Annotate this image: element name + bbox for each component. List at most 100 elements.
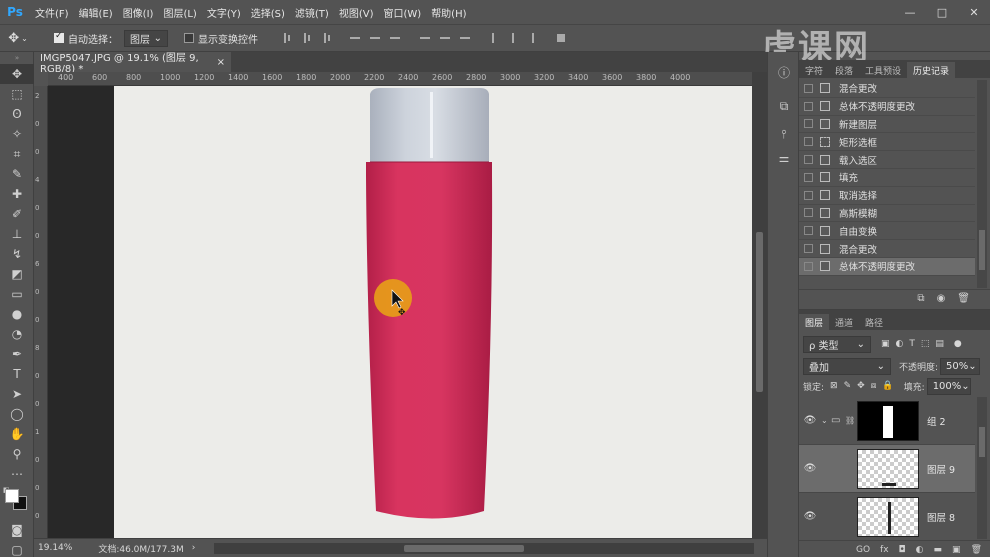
history-item[interactable]: 新建图层 — [799, 116, 975, 134]
layer-row-group-2[interactable]: 👁 ⌄ ▭ ⛓ 组 2 — [799, 397, 975, 445]
history-item[interactable]: 矩形选框 — [799, 133, 975, 152]
layer-mask-thumbnail[interactable] — [857, 400, 919, 441]
canvas-area[interactable]: ✥ — [48, 86, 752, 538]
blur-tool-icon[interactable]: ● — [0, 304, 34, 324]
lock-artboard-icon[interactable]: ⧈ — [871, 381, 877, 391]
zoom-level[interactable]: 19.14% — [38, 543, 72, 553]
layer-thumbnail[interactable] — [857, 448, 919, 489]
tab-paths[interactable]: 路径 — [859, 314, 889, 330]
align-bottom-icon[interactable] — [318, 31, 336, 45]
distribute-bottom-icon[interactable] — [456, 31, 474, 45]
visibility-eye-icon[interactable]: 👁 — [799, 511, 821, 522]
menu-edit[interactable]: 编辑(E) — [74, 5, 118, 20]
healing-brush-tool-icon[interactable]: ✚ — [0, 184, 34, 204]
opacity-field[interactable]: 50% ⌄ — [940, 357, 981, 375]
auto-select-target-dropdown[interactable]: 图层 ⌄ — [124, 29, 168, 47]
lock-image-icon[interactable]: ✎ — [844, 381, 852, 391]
menu-type[interactable]: 文字(Y) — [202, 5, 246, 20]
align-hcenter-icon[interactable] — [366, 31, 384, 45]
hand-tool-icon[interactable]: ✋ — [0, 424, 34, 444]
history-item-selected[interactable]: 总体不透明度更改 — [799, 257, 975, 276]
screen-mode-icon[interactable]: ▢ — [0, 540, 34, 557]
new-layer-icon[interactable]: ▣ — [952, 545, 961, 555]
menu-filter[interactable]: 滤镜(T) — [290, 5, 334, 20]
quick-mask-icon[interactable]: ◙ — [0, 520, 34, 540]
history-brush-tool-icon[interactable]: ↯ — [0, 244, 34, 264]
filter-shape-icon[interactable]: ⬚ — [921, 339, 930, 349]
path-selection-tool-icon[interactable]: ➤ — [0, 384, 34, 404]
filter-smart-icon[interactable]: ▤ — [935, 339, 944, 349]
show-transform-checkbox[interactable] — [184, 33, 194, 43]
delete-layer-icon[interactable]: 🗑 — [971, 545, 982, 555]
history-scrollbar[interactable] — [977, 80, 987, 288]
tab-character[interactable]: 字符 — [799, 62, 829, 78]
horizontal-scroll-thumb[interactable] — [404, 545, 524, 552]
new-document-from-state-icon[interactable]: ⧉ — [917, 293, 924, 304]
eyedropper-tool-icon[interactable]: ✎ — [0, 164, 34, 184]
tab-paragraph[interactable]: 段落 — [829, 62, 859, 78]
status-menu-arrow-icon[interactable]: › — [192, 543, 196, 553]
auto-select-checkbox[interactable] — [54, 31, 64, 43]
new-snapshot-icon[interactable]: ◉ — [937, 293, 946, 304]
properties-panel-icon[interactable]: ⧉ — [768, 94, 800, 118]
move-tool-preset-icon[interactable]: ✥ ⌄ — [0, 31, 36, 46]
delete-state-icon[interactable]: 🗑 — [957, 293, 970, 304]
ellipse-tool-icon[interactable]: ◯ — [0, 404, 34, 424]
adjustments-panel-icon[interactable]: ⫯ — [768, 122, 800, 146]
marquee-tool-icon[interactable]: ⬚ — [0, 84, 34, 104]
filter-adjustment-icon[interactable]: ◐ — [896, 339, 904, 349]
layer-row-layer-8[interactable]: 👁 图层 8 — [799, 493, 975, 539]
close-button[interactable]: ✕ — [958, 6, 990, 19]
foreground-color-swatch[interactable] — [5, 489, 19, 503]
distribute-top-icon[interactable] — [416, 31, 434, 45]
blend-mode-dropdown[interactable]: 叠加 ⌄ — [803, 357, 891, 375]
link-layers-icon[interactable]: GO — [856, 545, 870, 555]
history-item[interactable]: 取消选择 — [799, 187, 975, 205]
menu-file[interactable]: 文件(F) — [30, 5, 74, 20]
document-canvas[interactable]: ✥ — [114, 86, 752, 538]
filter-toggle-icon[interactable]: ● — [954, 339, 962, 349]
add-mask-icon[interactable]: ◘ — [899, 545, 906, 555]
layer-filter-dropdown[interactable]: ρ 类型 ⌄ — [803, 335, 871, 353]
align-right-icon[interactable] — [386, 31, 404, 45]
layers-scrollbar[interactable] — [977, 397, 987, 539]
lock-position-icon[interactable]: ✥ — [857, 381, 865, 391]
pen-tool-icon[interactable]: ✒ — [0, 344, 34, 364]
vertical-scroll-thumb[interactable] — [756, 232, 763, 392]
toolbar-collapse-icon[interactable]: » — [0, 52, 34, 64]
menu-help[interactable]: 帮助(H) — [426, 5, 471, 20]
maximize-button[interactable]: □ — [926, 6, 958, 19]
history-item[interactable]: 高斯模糊 — [799, 205, 975, 223]
move-tool-icon[interactable]: ✥ — [0, 64, 34, 84]
type-tool-icon[interactable]: T — [0, 364, 34, 384]
show-transform-toggle[interactable]: 显示变换控件 — [184, 31, 258, 46]
vertical-scrollbar[interactable] — [752, 72, 767, 538]
history-item[interactable]: 载入选区 — [799, 151, 975, 169]
lasso-tool-icon[interactable]: ʘ — [0, 104, 34, 124]
menu-view[interactable]: 视图(V) — [334, 5, 379, 20]
dodge-tool-icon[interactable]: ◔ — [0, 324, 34, 344]
info-panel-icon[interactable]: ⓘ — [768, 60, 800, 84]
fill-field[interactable]: 100% ⌄ — [926, 377, 971, 395]
tab-tool-presets[interactable]: 工具预设 — [859, 62, 907, 78]
tab-history[interactable]: 历史记录 — [907, 62, 956, 78]
history-scroll-thumb[interactable] — [979, 230, 985, 270]
crop-tool-icon[interactable]: ⌗ — [0, 144, 34, 164]
menu-layer[interactable]: 图层(L) — [158, 5, 201, 20]
adjustment-layer-icon[interactable]: ◐ — [916, 545, 924, 555]
menu-select[interactable]: 选择(S) — [246, 5, 290, 20]
new-group-icon[interactable]: ▬ — [934, 545, 943, 555]
eraser-tool-icon[interactable]: ◩ — [0, 264, 34, 284]
history-item[interactable]: 混合更改 — [799, 80, 975, 98]
history-item[interactable]: 混合更改 — [799, 240, 975, 258]
tab-layers[interactable]: 图层 — [799, 314, 830, 330]
gradient-tool-icon[interactable]: ▭ — [0, 284, 34, 304]
layer-thumbnail[interactable] — [857, 496, 919, 537]
history-item[interactable]: 填充 — [799, 169, 975, 187]
align-top-icon[interactable] — [278, 31, 296, 45]
align-vcenter-icon[interactable] — [298, 31, 316, 45]
minimize-button[interactable]: — — [894, 6, 926, 19]
layers-scroll-thumb[interactable] — [979, 427, 985, 457]
auto-align-icon[interactable] — [552, 31, 570, 45]
auto-select-toggle[interactable]: 自动选择： — [54, 31, 118, 46]
